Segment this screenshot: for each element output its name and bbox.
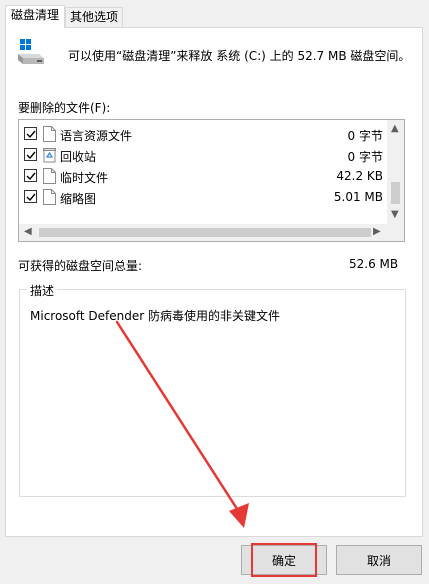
tab-disk-cleanup[interactable]: 磁盘清理 [5, 5, 65, 28]
ok-button[interactable]: 确定 [241, 545, 327, 575]
cancel-button[interactable]: 取消 [336, 545, 422, 575]
annotation-arrow [115, 320, 249, 528]
